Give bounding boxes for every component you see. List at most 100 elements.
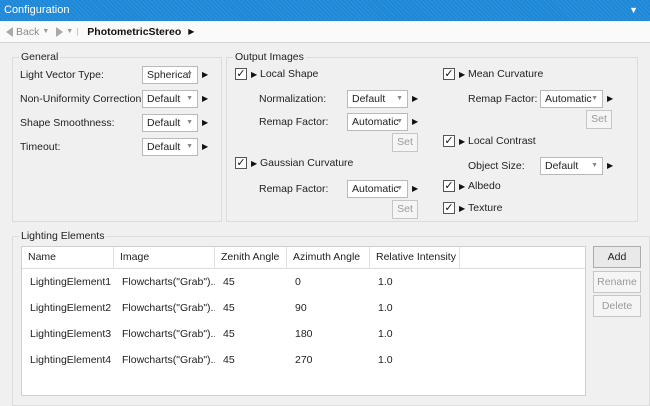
cell-name: LightingElement3 <box>30 328 112 340</box>
window-title: Configuration <box>4 4 70 16</box>
expander-arrow-icon[interactable]: ▶ <box>202 94 208 103</box>
column-header-name[interactable]: Name <box>22 247 114 268</box>
navigation-bar: Back ▼ ▼ | PhotometricStereo ▶ <box>0 21 650 43</box>
cell-intensity: 1.0 <box>378 302 393 314</box>
shape-smoothness-dropdown[interactable]: Default ▼ <box>142 114 198 132</box>
mean-set-button[interactable]: Set <box>586 110 612 129</box>
chevron-down-icon: ▼ <box>186 95 193 102</box>
cell-azimuth: 90 <box>295 302 307 314</box>
expander-arrow-icon[interactable]: ▶ <box>459 182 465 191</box>
forward-arrow-icon[interactable] <box>56 26 64 37</box>
back-button[interactable]: Back <box>16 26 39 38</box>
column-header-image[interactable]: Image <box>114 247 215 268</box>
local-contrast-checkbox[interactable]: ✓ <box>443 135 455 147</box>
back-arrow-icon[interactable] <box>6 26 13 37</box>
cell-image: Flowcharts("Grab").... <box>122 354 215 366</box>
timeout-label: Timeout: <box>20 141 61 153</box>
expander-arrow-icon[interactable]: ▶ <box>202 70 208 79</box>
breadcrumb-expander-icon[interactable]: ▶ <box>188 27 194 36</box>
cell-name: LightingElement4 <box>30 354 112 366</box>
expander-arrow-icon[interactable]: ▶ <box>607 94 613 103</box>
cell-azimuth: 180 <box>295 328 313 340</box>
cell-image: Flowcharts("Grab").... <box>122 302 215 314</box>
titlebar-menu-icon[interactable]: ▼ <box>629 0 638 21</box>
expander-arrow-icon[interactable]: ▶ <box>251 70 257 79</box>
local-shape-remap-factor-label: Remap Factor: <box>259 116 329 128</box>
timeout-value: Default <box>147 141 181 153</box>
non-uniformity-label: Non-Uniformity Correction: <box>20 93 145 105</box>
lighting-elements-group-title: Lighting Elements <box>19 230 107 242</box>
non-uniformity-dropdown[interactable]: Default ▼ <box>142 90 198 108</box>
mean-curvature-checkbox[interactable]: ✓ <box>443 68 455 80</box>
output-images-group-title: Output Images <box>233 51 306 63</box>
object-size-dropdown[interactable]: Default ▼ <box>540 157 603 175</box>
delete-button[interactable]: Delete <box>593 295 641 317</box>
light-vector-type-value: Spherical <box>147 69 191 81</box>
expander-arrow-icon[interactable]: ▶ <box>459 137 465 146</box>
object-size-value: Default <box>545 160 579 172</box>
chevron-down-icon: ▼ <box>591 95 598 102</box>
gaussian-remap-factor-value: Automatic <box>352 183 399 195</box>
window-titlebar: Configuration ▼ <box>0 0 650 21</box>
column-header-zenith-angle[interactable]: Zenith Angle <box>215 247 287 268</box>
cell-intensity: 1.0 <box>378 354 393 366</box>
local-shape-set-button[interactable]: Set <box>392 133 418 152</box>
mean-remap-factor-dropdown[interactable]: Automatic ▼ <box>540 90 603 108</box>
gaussian-curvature-label: Gaussian Curvature <box>260 157 354 169</box>
table-row[interactable]: LightingElement3 Flowcharts("Grab").... … <box>22 321 585 347</box>
cell-intensity: 1.0 <box>378 328 393 340</box>
cell-zenith: 45 <box>223 354 235 366</box>
local-shape-remap-factor-value: Automatic <box>352 116 399 128</box>
expander-arrow-icon[interactable]: ▶ <box>251 159 257 168</box>
mean-curvature-label: Mean Curvature <box>468 68 544 80</box>
lighting-elements-table: Name Image Zenith Angle Azimuth Angle Re… <box>21 246 586 396</box>
shape-smoothness-label: Shape Smoothness: <box>20 117 115 129</box>
table-row[interactable]: LightingElement4 Flowcharts("Grab").... … <box>22 347 585 373</box>
albedo-checkbox[interactable]: ✓ <box>443 180 455 192</box>
expander-arrow-icon[interactable]: ▶ <box>202 118 208 127</box>
cell-image: Flowcharts("Grab").... <box>122 328 215 340</box>
expander-arrow-icon[interactable]: ▶ <box>412 94 418 103</box>
local-shape-remap-factor-dropdown[interactable]: Automatic ▼ <box>347 113 408 131</box>
local-shape-label: Local Shape <box>260 68 319 80</box>
mean-remap-factor-value: Automatic <box>545 93 592 105</box>
output-images-group: Output Images <box>226 51 638 222</box>
normalization-label: Normalization: <box>259 93 327 105</box>
object-size-label: Object Size: <box>468 160 525 172</box>
timeout-dropdown[interactable]: Default ▼ <box>142 138 198 156</box>
texture-checkbox[interactable]: ✓ <box>443 202 455 214</box>
expander-arrow-icon[interactable]: ▶ <box>607 161 613 170</box>
expander-arrow-icon[interactable]: ▶ <box>202 142 208 151</box>
separator: | <box>76 27 79 36</box>
gaussian-remap-factor-dropdown[interactable]: Automatic ▼ <box>347 180 408 198</box>
gaussian-curvature-checkbox[interactable]: ✓ <box>235 157 247 169</box>
expander-arrow-icon[interactable]: ▶ <box>459 204 465 213</box>
local-contrast-label: Local Contrast <box>468 135 536 147</box>
table-row[interactable]: LightingElement1 Flowcharts("Grab").... … <box>22 269 585 295</box>
normalization-value: Default <box>352 93 386 105</box>
cell-intensity: 1.0 <box>378 276 393 288</box>
rename-button[interactable]: Rename <box>593 271 641 293</box>
cell-zenith: 45 <box>223 302 235 314</box>
albedo-label: Albedo <box>468 180 501 192</box>
gaussian-set-button[interactable]: Set <box>392 200 418 219</box>
expander-arrow-icon[interactable]: ▶ <box>412 184 418 193</box>
light-vector-type-dropdown[interactable]: Spherical ▼ <box>142 66 198 84</box>
table-row[interactable]: LightingElement2 Flowcharts("Grab").... … <box>22 295 585 321</box>
add-button[interactable]: Add <box>593 246 641 268</box>
column-header-relative-intensity[interactable]: Relative Intensity <box>370 247 460 268</box>
breadcrumb-photometric-stereo[interactable]: PhotometricStereo <box>87 26 181 38</box>
expander-arrow-icon[interactable]: ▶ <box>412 117 418 126</box>
table-header: Name Image Zenith Angle Azimuth Angle Re… <box>22 247 585 269</box>
back-history-chevron-icon[interactable]: ▼ <box>42 28 49 35</box>
expander-arrow-icon[interactable]: ▶ <box>459 70 465 79</box>
forward-history-chevron-icon[interactable]: ▼ <box>66 28 73 35</box>
column-header-azimuth-angle[interactable]: Azimuth Angle <box>287 247 370 268</box>
cell-azimuth: 0 <box>295 276 301 288</box>
local-shape-checkbox[interactable]: ✓ <box>235 68 247 80</box>
normalization-dropdown[interactable]: Default ▼ <box>347 90 408 108</box>
chevron-down-icon: ▼ <box>396 118 403 125</box>
cell-azimuth: 270 <box>295 354 313 366</box>
gaussian-remap-factor-label: Remap Factor: <box>259 183 329 195</box>
cell-zenith: 45 <box>223 328 235 340</box>
